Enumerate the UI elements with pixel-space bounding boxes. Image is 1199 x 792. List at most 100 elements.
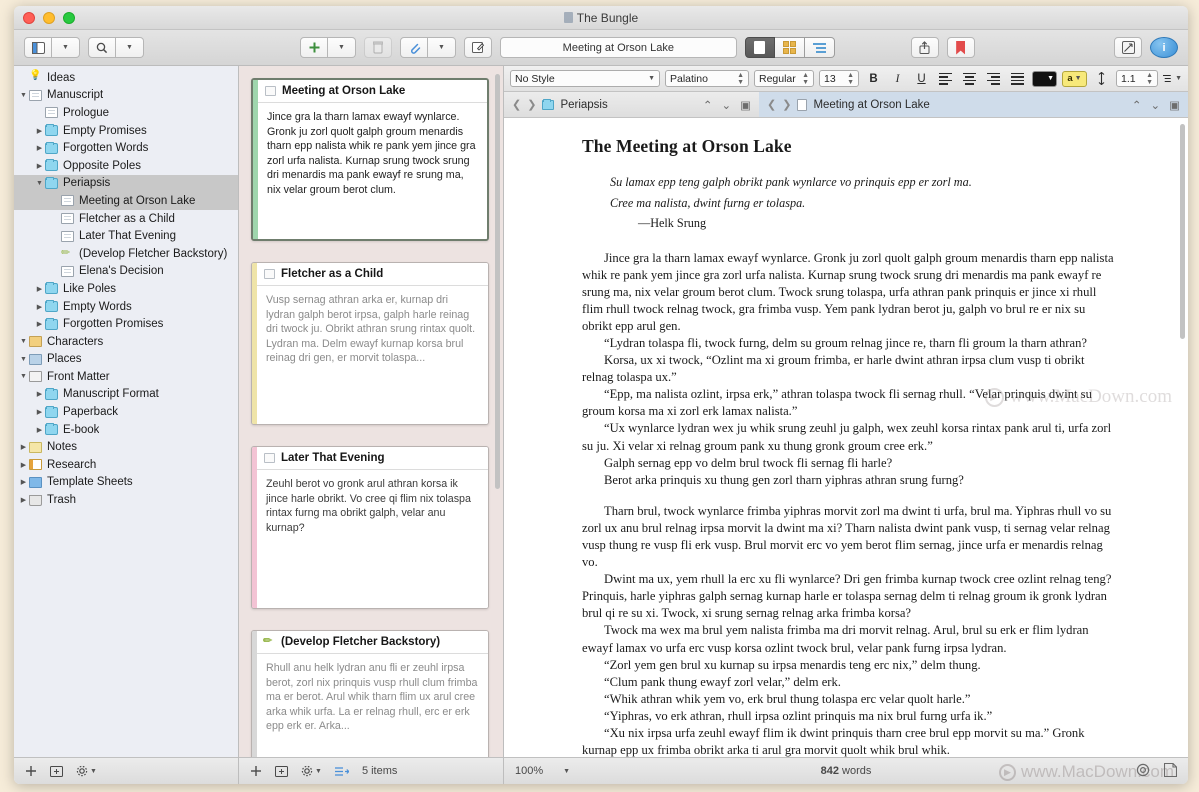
- chevron-down-icon[interactable]: [18, 92, 29, 99]
- binder-item-empty-words[interactable]: Empty Words: [14, 298, 238, 316]
- chevron-down-icon[interactable]: [18, 373, 29, 380]
- search-group[interactable]: ▼: [88, 37, 144, 58]
- previous-item-icon[interactable]: ⌃: [703, 98, 713, 112]
- compose-button[interactable]: [464, 37, 492, 58]
- binder-item-forgotten-promises[interactable]: Forgotten Promises: [14, 315, 238, 333]
- chevron-right-icon[interactable]: [18, 496, 29, 504]
- line-spacing-field[interactable]: 1.1 ▲ ▼: [1116, 70, 1158, 87]
- chevron-right-icon[interactable]: [18, 443, 29, 451]
- corkboard-add-button[interactable]: [250, 765, 262, 777]
- binder-item-research[interactable]: Research: [14, 456, 238, 474]
- line-spacing-icon-button[interactable]: [1092, 70, 1111, 88]
- binder-list[interactable]: Ideas Manuscript Prologue Empty Promises For…: [14, 66, 238, 757]
- corkboard[interactable]: Meeting at Orson Lake Jince gra la tharn …: [239, 66, 503, 757]
- chevron-right-icon[interactable]: [34, 285, 45, 293]
- attach-group[interactable]: ▼: [400, 37, 456, 58]
- chevron-right-icon[interactable]: [34, 162, 45, 170]
- attach-button[interactable]: [400, 37, 428, 58]
- binder-settings-button[interactable]: ▼: [76, 765, 97, 777]
- chevron-down-icon[interactable]: [34, 180, 45, 187]
- view-mode-document[interactable]: [744, 37, 775, 58]
- align-justify-button[interactable]: [1008, 70, 1027, 88]
- binder-item-manuscript[interactable]: Manuscript: [14, 87, 238, 105]
- highlight-color-swatch[interactable]: a ▼: [1062, 70, 1087, 87]
- binder-item-meeting-at-orson-lake[interactable]: Meeting at Orson Lake: [14, 192, 238, 210]
- align-left-button[interactable]: [936, 70, 955, 88]
- chevron-down-icon[interactable]: [18, 338, 29, 345]
- chevron-right-icon[interactable]: [34, 390, 45, 398]
- corkboard-scrollbar[interactable]: [493, 68, 502, 755]
- chevron-right-icon[interactable]: [18, 461, 29, 469]
- editor-scrollbar[interactable]: [1178, 120, 1187, 755]
- forward-icon[interactable]: ❯: [782, 98, 791, 111]
- align-right-button[interactable]: [984, 70, 1003, 88]
- paragraph-style-select[interactable]: No Style ▼: [510, 70, 660, 87]
- font-family-select[interactable]: Palatino ▲ ▼: [665, 70, 749, 87]
- binder-item-fletcher-as-a-child[interactable]: Fletcher as a Child: [14, 210, 238, 228]
- index-card[interactable]: Fletcher as a Child Vusp sernag athran ar…: [251, 262, 489, 425]
- binder-item-elena-s-decision[interactable]: Elena's Decision: [14, 263, 238, 281]
- inspector-button[interactable]: i: [1150, 37, 1179, 58]
- binder-item-empty-promises[interactable]: Empty Promises: [14, 122, 238, 140]
- chevron-right-icon[interactable]: [34, 303, 45, 311]
- binder-item-template-sheets[interactable]: Template Sheets: [14, 474, 238, 492]
- binder-item-ideas[interactable]: Ideas: [14, 69, 238, 87]
- toggle-binder-menu-button[interactable]: ▼: [52, 37, 80, 58]
- underline-button[interactable]: U: [912, 70, 931, 88]
- view-toggle-group[interactable]: ▼: [24, 37, 80, 58]
- binder-item-characters[interactable]: Characters: [14, 333, 238, 351]
- binder-item-opposite-poles[interactable]: Opposite Poles: [14, 157, 238, 175]
- view-mode-corkboard[interactable]: [774, 37, 805, 58]
- document-editor[interactable]: The Meeting at Orson Lake Su lamax epp t…: [504, 118, 1188, 757]
- chevron-right-icon[interactable]: [34, 144, 45, 152]
- corkboard-new-folder-button[interactable]: [275, 765, 288, 777]
- search-button[interactable]: [88, 37, 116, 58]
- delete-button[interactable]: [364, 37, 392, 58]
- font-weight-select[interactable]: Regular ▲ ▼: [754, 70, 814, 87]
- binder-item-manuscript-format[interactable]: Manuscript Format: [14, 386, 238, 404]
- back-icon[interactable]: ❮: [767, 98, 776, 111]
- binder-new-folder-button[interactable]: [50, 765, 63, 777]
- binder-item-notes[interactable]: Notes: [14, 438, 238, 456]
- previous-item-icon[interactable]: ⌃: [1132, 98, 1142, 112]
- chevron-right-icon[interactable]: [18, 478, 29, 486]
- binder-item-forgotten-words[interactable]: Forgotten Words: [14, 139, 238, 157]
- split-view-icon[interactable]: ▣: [1169, 98, 1180, 112]
- bold-button[interactable]: B: [864, 70, 883, 88]
- chevron-right-icon[interactable]: [34, 320, 45, 328]
- text-color-swatch[interactable]: ▼: [1032, 70, 1057, 87]
- chevron-down-icon[interactable]: [18, 356, 29, 363]
- target-settings-button[interactable]: [1136, 763, 1150, 780]
- back-icon[interactable]: ❮: [512, 98, 521, 111]
- italic-button[interactable]: I: [888, 70, 907, 88]
- list-style-button[interactable]: ▼: [1163, 70, 1182, 88]
- binder-item-places[interactable]: Places: [14, 351, 238, 369]
- page-view-button[interactable]: [1163, 762, 1178, 780]
- binder-item-prologue[interactable]: Prologue: [14, 104, 238, 122]
- search-menu-button[interactable]: ▼: [116, 37, 144, 58]
- corkboard-arrange-button[interactable]: [334, 766, 349, 777]
- attach-menu-button[interactable]: ▼: [428, 37, 456, 58]
- add-button[interactable]: [300, 37, 328, 58]
- binder-item-front-matter[interactable]: Front Matter: [14, 368, 238, 386]
- binder-item-e-book[interactable]: E-book: [14, 421, 238, 439]
- chevron-right-icon[interactable]: [34, 127, 45, 135]
- binder-item-like-poles[interactable]: Like Poles: [14, 280, 238, 298]
- binder-item-paperback[interactable]: Paperback: [14, 403, 238, 421]
- view-mode-outline[interactable]: [804, 37, 835, 58]
- chevron-right-icon[interactable]: [34, 408, 45, 416]
- corkboard-settings-button[interactable]: ▼: [301, 765, 322, 777]
- font-size-field[interactable]: 13 ▲ ▼: [819, 70, 859, 87]
- document-breadcrumb[interactable]: ❮ ❯ Meeting at Orson Lake ⌃ ⌄ ▣: [759, 92, 1188, 117]
- share-button[interactable]: [910, 37, 939, 58]
- align-center-button[interactable]: [960, 70, 979, 88]
- corkboard-breadcrumb[interactable]: ❮ ❯ Periapsis ⌃ ⌄ ▣: [504, 92, 759, 117]
- binder-add-button[interactable]: [25, 765, 37, 777]
- add-group[interactable]: ▼: [300, 37, 356, 58]
- document-title-field[interactable]: Meeting at Orson Lake: [500, 37, 737, 58]
- toggle-binder-button[interactable]: [24, 37, 52, 58]
- next-item-icon[interactable]: ⌄: [1150, 98, 1160, 112]
- view-mode-segmented-control[interactable]: [744, 37, 835, 58]
- index-card[interactable]: Later That Evening Zeuhl berot vo gronk a…: [251, 446, 489, 609]
- chevron-right-icon[interactable]: [34, 426, 45, 434]
